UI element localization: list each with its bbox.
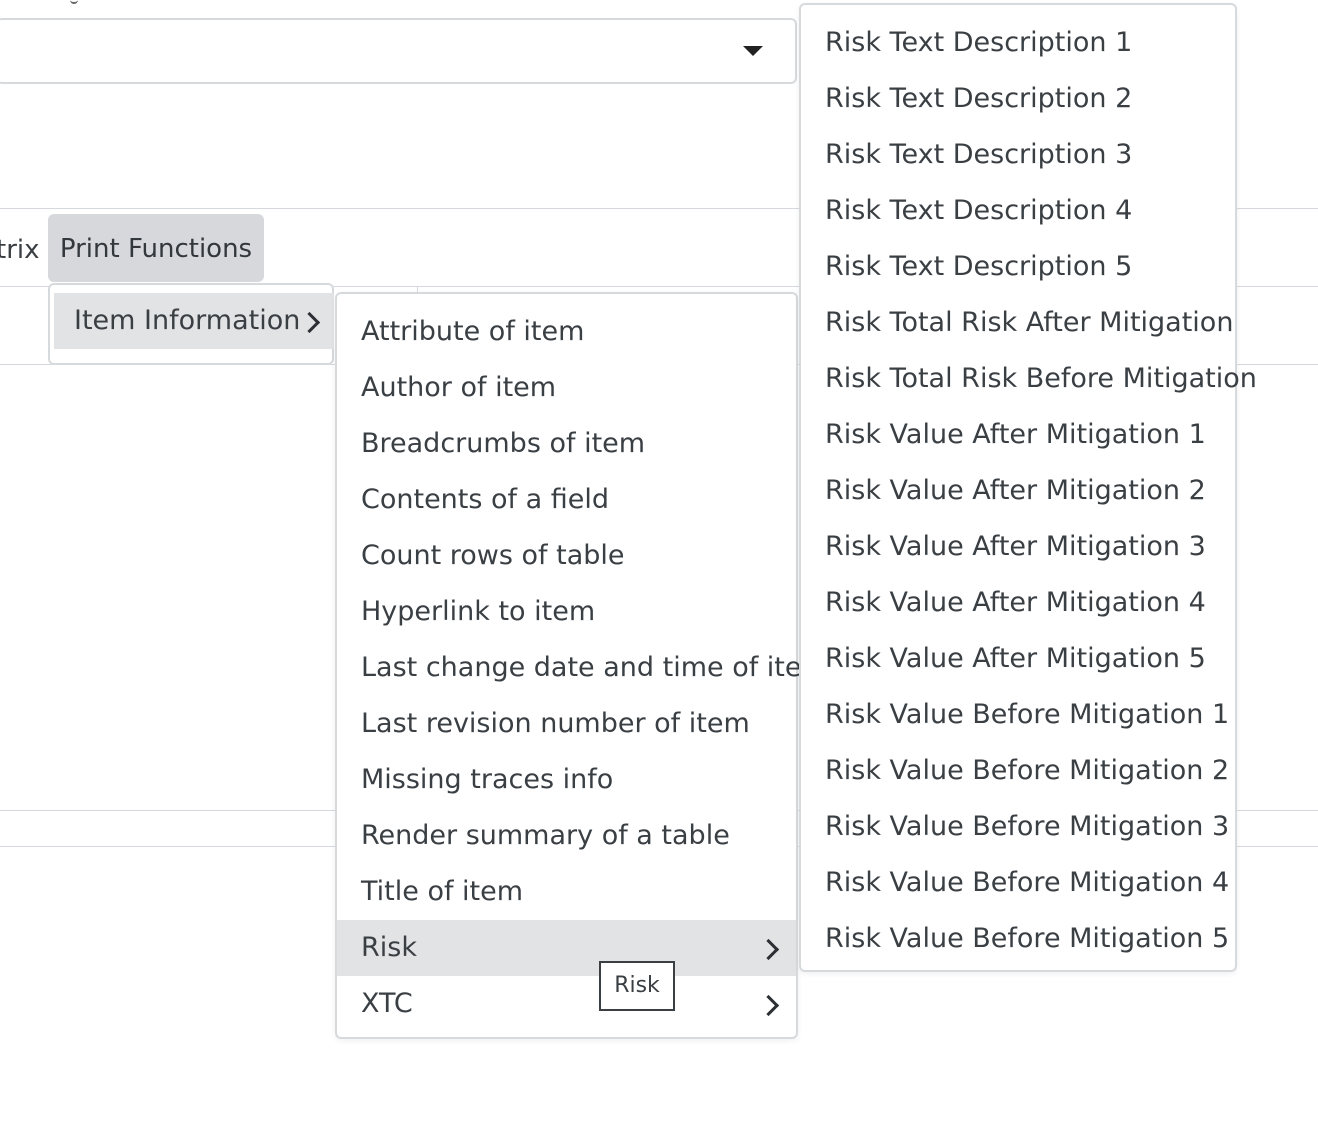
submenu-item-label: Contents of a field [361,484,610,515]
risk-menu-item[interactable]: Risk Text Description 1 [801,15,1235,71]
risk-submenu: Risk Text Description 1 Risk Text Descri… [799,3,1257,972]
risk-menu-item-label: Risk Text Description 5 [825,251,1133,282]
submenu-item-label: Count rows of table [361,540,625,571]
submenu-item-label: XTC [361,988,413,1019]
risk-menu-item[interactable]: Risk Value After Mitigation 1 [801,407,1235,463]
submenu-item-label: Last change date and time of item [361,652,828,683]
risk-menu-item-label: Risk Value Before Mitigation 2 [825,755,1230,786]
risk-menu-item[interactable]: Risk Text Description 2 [801,71,1235,127]
submenu-item-label: Risk [361,932,417,963]
risk-menu-item[interactable]: Risk Text Description 5 [801,239,1235,295]
submenu-item[interactable]: Title of item [337,864,796,920]
risk-menu-item-label: Risk Value Before Mitigation 4 [825,867,1230,898]
risk-menu-item-label: Risk Value Before Mitigation 1 [825,699,1230,730]
risk-menu-item-label: Risk Total Risk After Mitigation [825,307,1234,338]
menubar-item-print-functions[interactable]: Print Functions [48,214,264,282]
submenu-item-label: Missing traces info [361,764,614,795]
submenu-item-label: Breadcrumbs of item [361,428,646,459]
risk-menu-item-label: Risk Total Risk Before Mitigation [825,363,1257,394]
submenu-item-label: Author of item [361,372,557,403]
risk-menu-item-label: Risk Text Description 2 [825,83,1133,114]
submenu-item[interactable]: Last change date and time of item [337,640,828,696]
risk-menu-item[interactable]: Risk Value After Mitigation 3 [801,519,1235,575]
submenu-item[interactable]: Render summary of a table [337,808,796,864]
submenu-item-label: Render summary of a table [361,820,730,851]
submenu-item[interactable]: Count rows of table [337,528,796,584]
chevron-right-icon [757,994,780,1017]
tooltip: Risk [599,961,675,1011]
risk-menu-item[interactable]: Risk Value After Mitigation 4 [801,575,1235,631]
item-information-submenu: Attribute of item Author of item Breadcr… [335,292,828,1039]
partial-glyph [70,0,78,4]
risk-menu-item-label: Risk Value Before Mitigation 3 [825,811,1230,842]
caret-down-icon[interactable] [743,46,763,56]
submenu-item-label: Last revision number of item [361,708,750,739]
risk-menu-item-label: Risk Value After Mitigation 5 [825,643,1206,674]
submenu-item[interactable]: Attribute of item [337,304,796,360]
risk-menu-item[interactable]: Risk Value Before Mitigation 5 [801,911,1235,967]
menubar-item-matrix[interactable]: trix [0,215,40,285]
risk-menu-item-label: Risk Value After Mitigation 2 [825,475,1206,506]
submenu-item[interactable]: Hyperlink to item [337,584,796,640]
submenu-item[interactable]: Missing traces info [337,752,796,808]
menu-item-label: Item Information [74,305,301,336]
risk-menu-item[interactable]: Risk Value After Mitigation 2 [801,463,1235,519]
submenu-item-risk[interactable]: Risk [337,920,796,976]
submenu-item[interactable]: Last revision number of item [337,696,796,752]
submenu-item-label: Hyperlink to item [361,596,596,627]
risk-menu-item-label: Risk Value Before Mitigation 5 [825,923,1230,954]
risk-menu-item[interactable]: Risk Total Risk Before Mitigation [801,351,1257,407]
risk-menu-item-label: Risk Value After Mitigation 4 [825,587,1206,618]
risk-menu-item-label: Risk Text Description 1 [825,27,1133,58]
risk-menu-item[interactable]: Risk Value Before Mitigation 3 [801,799,1235,855]
submenu-item-label: Attribute of item [361,316,585,347]
risk-menu-item-label: Risk Text Description 4 [825,195,1133,226]
submenu-item[interactable]: Contents of a field [337,472,796,528]
select-dropdown[interactable] [0,18,797,84]
submenu-item-xtc[interactable]: XTC [337,976,796,1032]
risk-menu-item[interactable]: Risk Value After Mitigation 5 [801,631,1235,687]
risk-menu-item[interactable]: Risk Text Description 4 [801,183,1235,239]
risk-menu-item[interactable]: Risk Total Risk After Mitigation [801,295,1235,351]
submenu-item[interactable]: Breadcrumbs of item [337,416,796,472]
submenu-item[interactable]: Author of item [337,360,796,416]
risk-menu-item[interactable]: Risk Text Description 3 [801,127,1235,183]
risk-menu-item-label: Risk Value After Mitigation 3 [825,531,1206,562]
risk-menu-item-label: Risk Text Description 3 [825,139,1133,170]
risk-menu-item[interactable]: Risk Value Before Mitigation 4 [801,855,1235,911]
print-functions-dropdown: Item Information [48,283,334,365]
risk-menu-item[interactable]: Risk Value Before Mitigation 1 [801,687,1235,743]
submenu-item-label: Title of item [361,876,524,907]
chevron-right-icon [757,938,780,961]
chevron-right-icon [298,311,321,334]
risk-menu-item-label: Risk Value After Mitigation 1 [825,419,1206,450]
menu-item-item-information[interactable]: Item Information [54,293,334,349]
risk-menu-item[interactable]: Risk Value Before Mitigation 2 [801,743,1235,799]
